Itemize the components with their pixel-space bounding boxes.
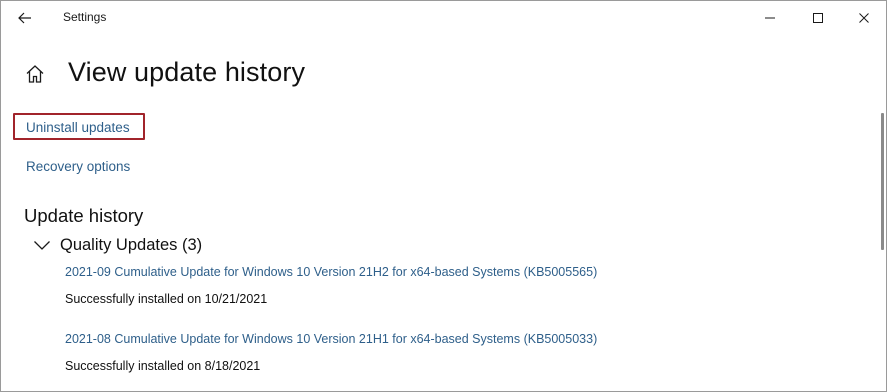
minimize-button[interactable] [747,1,793,35]
chevron-down-icon [32,235,52,255]
update-history-heading: Update history [24,205,144,226]
close-icon [859,13,869,23]
window-title: Settings [63,10,107,24]
scrollbar[interactable] [881,113,884,250]
quality-updates-toggle[interactable]: Quality Updates (3) [32,233,202,257]
minimize-icon [765,17,775,19]
quality-updates-title: Quality Updates (3) [60,235,203,254]
update-link-kb5005565[interactable]: 2021-09 Cumulative Update for Windows 10… [65,265,597,279]
update-status: Successfully installed on 8/18/2021 [65,359,261,373]
back-arrow-icon [18,12,31,24]
update-link-kb5005033[interactable]: 2021-08 Cumulative Update for Windows 10… [65,332,597,346]
page-title: View update history [68,57,306,87]
settings-window: Settings View update history Uninstall u… [0,0,887,392]
maximize-icon [813,13,823,23]
back-button[interactable] [9,5,41,31]
update-status: Successfully installed on 10/21/2021 [65,292,268,306]
maximize-button[interactable] [795,1,841,35]
title-bar: Settings [1,1,886,35]
home-icon [26,65,44,83]
close-button[interactable] [841,1,886,35]
home-button[interactable] [24,63,46,85]
uninstall-updates-link[interactable]: Uninstall updates [26,120,130,135]
recovery-options-link[interactable]: Recovery options [26,159,130,174]
